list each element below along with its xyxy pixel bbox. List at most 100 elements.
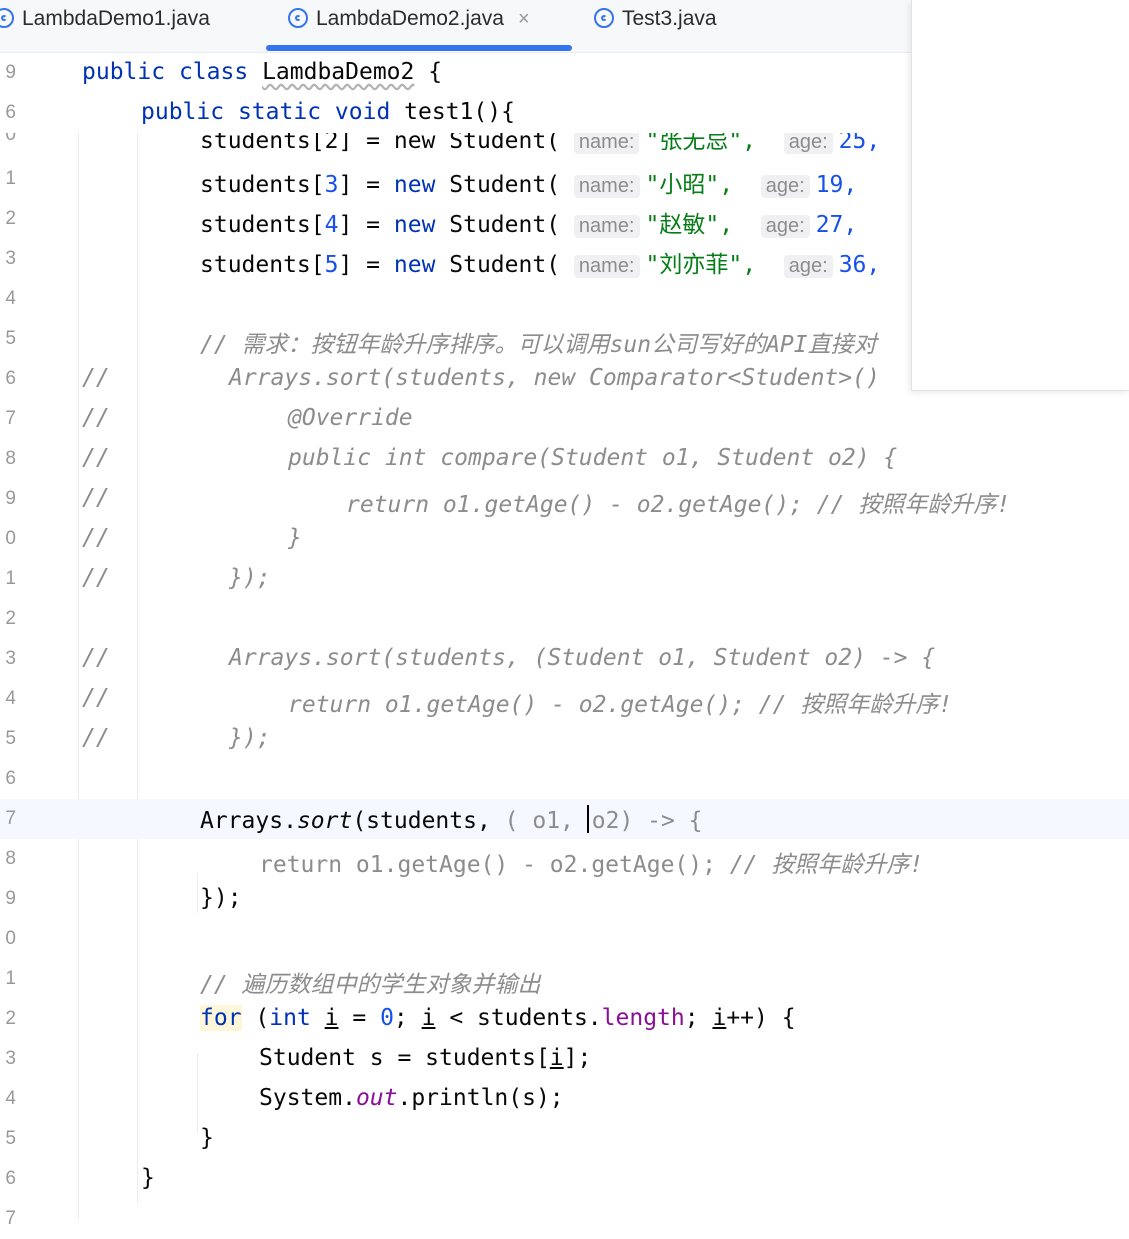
line-number: 2 xyxy=(5,1008,16,1029)
param-hint: name: xyxy=(573,215,640,238)
tab-test3[interactable]: Test3.java xyxy=(594,0,717,52)
code-text: = xyxy=(338,1005,381,1031)
keyword: public xyxy=(82,59,166,85)
comment-prefix: // xyxy=(82,445,110,471)
class-name: LamdbaDemo2 xyxy=(262,59,415,85)
code-line: 4 // return o1.getAge() - o2.getAge(); /… xyxy=(0,679,1129,719)
line-number: 6 xyxy=(5,368,16,389)
code-text: Student s = students[ xyxy=(259,1045,550,1071)
code-line: 9 // return o1.getAge() - o2.getAge(); /… xyxy=(0,479,1129,519)
sticky-scroll-header[interactable]: 9 public class LamdbaDemo2 { 6 public st… xyxy=(0,53,911,133)
comment: Arrays.sort(students, new Comparator<Stu… xyxy=(229,365,880,391)
comment: @Override xyxy=(288,405,413,431)
code-line: 5 // }); xyxy=(0,719,1129,759)
number-literal: 0 xyxy=(380,1005,394,1031)
text-caret xyxy=(586,805,589,833)
keyword: new xyxy=(393,172,436,198)
java-class-icon xyxy=(288,8,308,28)
code-text: }); xyxy=(200,885,242,911)
line-number: 6 xyxy=(5,102,16,123)
code-line: 4 System.out.println(s); xyxy=(0,1079,1129,1119)
comment: Arrays.sort(students, (Student o1, Stude… xyxy=(229,645,936,671)
code-text: ; xyxy=(684,1005,713,1031)
code-line: 3 Student s = students[i]; xyxy=(0,1039,1129,1079)
line-number: 7 xyxy=(5,808,16,829)
variable: i xyxy=(712,1005,727,1031)
field: length xyxy=(601,1005,685,1031)
line-number: 5 xyxy=(5,1128,16,1149)
code-line: 0 // } xyxy=(0,519,1129,559)
comment: // 遍历数组中的学生对象并输出 xyxy=(200,972,541,998)
keyword: for xyxy=(200,1005,242,1031)
tab-label: Test3.java xyxy=(622,7,717,30)
java-class-icon xyxy=(0,8,14,28)
keyword: class xyxy=(178,59,249,85)
line-number: 3 xyxy=(5,1048,16,1069)
param-hint: age: xyxy=(783,255,833,278)
comment-prefix: // xyxy=(82,645,110,671)
number-literal: 27, xyxy=(815,212,858,238)
code-line: 2 for (int i = 0; i < students.length; i… xyxy=(0,999,1129,1039)
number-literal: 25, xyxy=(838,133,881,154)
line-number: 9 xyxy=(5,62,16,83)
comment-prefix: // xyxy=(82,365,110,391)
line-number: 2 xyxy=(5,608,16,629)
string-literal: "刘亦菲", xyxy=(645,252,757,278)
comment: return o1.getAge() - o2.getAge(); // 按照年… xyxy=(346,492,1011,518)
keyword: void xyxy=(334,99,391,125)
comment: } xyxy=(288,525,302,551)
lambda-params: ( o1, xyxy=(504,808,588,834)
line-number: 7 xyxy=(5,1208,16,1229)
line-number: 6 xyxy=(5,768,16,789)
code-line: 9 }); xyxy=(0,879,1129,919)
active-tab-indicator xyxy=(266,45,572,51)
line-number: 4 xyxy=(5,288,16,309)
comment: // 按照年龄升序! xyxy=(729,852,924,878)
code-text: return o1.getAge() - o2.getAge(); xyxy=(259,852,730,878)
param-hint: age: xyxy=(760,175,810,198)
lambda-params: o2) -> { xyxy=(591,808,703,834)
line-number: 5 xyxy=(5,328,16,349)
code-line: 7 // @Override xyxy=(0,399,1129,439)
variable: i xyxy=(324,1005,339,1031)
code-line: 1 // }); xyxy=(0,559,1129,599)
code-text: Arrays. xyxy=(200,808,297,834)
line-number: 2 xyxy=(5,208,16,229)
number-literal: 19, xyxy=(815,172,858,198)
code-line: 2 xyxy=(0,599,1129,639)
line-number: 7 xyxy=(5,408,16,429)
code-text: (students, xyxy=(352,808,505,834)
string-literal: "张无忌", xyxy=(645,133,757,154)
java-class-icon xyxy=(594,8,614,28)
tab-lambdademo1[interactable]: LambdaDemo1.java xyxy=(0,0,210,52)
comment: public int compare(Student o1, Student o… xyxy=(288,445,898,471)
line-number: 0 xyxy=(5,133,16,145)
keyword: new xyxy=(393,212,436,238)
line-number: 6 xyxy=(5,1168,16,1189)
param-hint: age: xyxy=(783,133,833,154)
code-line: 8 return o1.getAge() - o2.getAge(); // 按… xyxy=(0,839,1129,879)
comment-prefix: // xyxy=(82,485,110,511)
code-text: System. xyxy=(259,1085,356,1111)
code-line: 0 xyxy=(0,919,1129,959)
code-text: ]; xyxy=(563,1045,592,1071)
line-number: 9 xyxy=(5,888,16,909)
code-text: } xyxy=(141,1165,155,1191)
close-icon[interactable]: × xyxy=(518,8,530,30)
string-literal: "小昭", xyxy=(645,172,734,198)
code-text: students[2] = new Student( xyxy=(200,133,561,154)
line-number: 1 xyxy=(5,968,16,989)
code-line: 3 // Arrays.sort(students, (Student o1, … xyxy=(0,639,1129,679)
number-literal: 36, xyxy=(838,252,881,278)
keyword: static xyxy=(237,99,322,125)
code-text: .println(s); xyxy=(397,1085,564,1111)
line-number: 4 xyxy=(5,1088,16,1109)
code-text: } xyxy=(200,1125,214,1151)
code-line: 6 } xyxy=(0,1159,1129,1199)
line-number: 3 xyxy=(5,248,16,269)
code-text: ( xyxy=(241,1005,270,1031)
code-line: 6 xyxy=(0,759,1129,799)
comment-prefix: // xyxy=(82,525,110,551)
code-text: < students. xyxy=(435,1005,602,1031)
keyword: int xyxy=(269,1005,311,1031)
